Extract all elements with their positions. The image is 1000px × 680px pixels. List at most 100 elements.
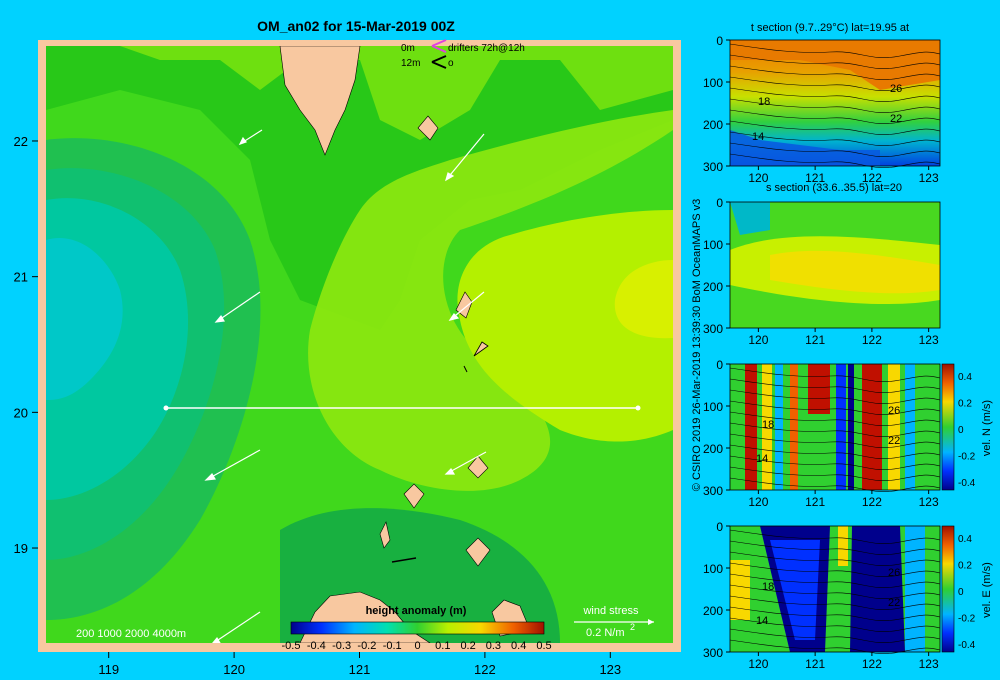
section-ytick-label: 300 bbox=[703, 484, 723, 498]
vel-colorbar-tick-label: 0.2 bbox=[958, 561, 972, 572]
n-contour-label-26: 26 bbox=[888, 405, 900, 417]
map-panel: 119 120 121 122 123 19202122 bbox=[14, 40, 681, 677]
map-xtick-label: 119 bbox=[98, 662, 119, 677]
wind-stress-value: 0.2 N/m bbox=[586, 627, 625, 639]
ssh-colorbar-tick-label: -0.3 bbox=[332, 640, 351, 652]
section-ytick-label: 100 bbox=[703, 400, 723, 414]
map-xtick-label: 123 bbox=[599, 662, 621, 677]
t-contour-label-14: 14 bbox=[752, 131, 764, 143]
section-ytick-label: 300 bbox=[703, 646, 723, 660]
legend-depth-12m: 12m bbox=[401, 58, 420, 69]
vel-colorbar-tick-label: 0 bbox=[958, 587, 964, 598]
figure: 119 120 121 122 123 19202122 OM_an02 for 15-… bbox=[14, 18, 993, 677]
map-xtick-label: 121 bbox=[349, 662, 371, 677]
t-contour-label-26: 26 bbox=[890, 83, 902, 95]
section-ytick-label: 0 bbox=[716, 520, 723, 534]
legend-drifters-label: drifters 72h@12h bbox=[448, 43, 525, 54]
section-xtick-label: 121 bbox=[805, 495, 825, 509]
vel-n-panel: 26 22 18 14 vel. N (m/s) bbox=[729, 363, 993, 492]
vel-e-colorbar-label: vel. E (m/s) bbox=[981, 562, 993, 618]
ssh-colorbar-tick-label: 0.3 bbox=[486, 640, 501, 652]
ssh-colorbar-tick-label: 0.5 bbox=[536, 640, 551, 652]
section-xtick-label: 122 bbox=[862, 495, 882, 509]
vel-colorbar-tick-label: -0.4 bbox=[958, 478, 976, 489]
figure-title: OM_an02 for 15-Mar-2019 00Z bbox=[257, 18, 455, 34]
ssh-colorbar-tick-label: 0.1 bbox=[435, 640, 450, 652]
t-section-title: t section (9.7..29°C) lat=19.95 at bbox=[751, 22, 909, 34]
section-xtick-label: 121 bbox=[805, 657, 825, 671]
legend-depth-0m: 0m bbox=[401, 43, 415, 54]
vel-colorbar-tick-label: 0.4 bbox=[958, 372, 972, 383]
section-xtick-label: 120 bbox=[748, 171, 768, 185]
section-ytick-label: 200 bbox=[703, 442, 723, 456]
ssh-colorbar-tick-label: 0.2 bbox=[460, 640, 475, 652]
depth-scale-label: 200 1000 2000 4000m bbox=[76, 628, 186, 640]
map-field bbox=[46, 46, 673, 643]
vel-n-colorbar-label: vel. N (m/s) bbox=[981, 400, 993, 456]
vel-colorbar-tick-label: -0.2 bbox=[958, 614, 976, 625]
map-ytick-label: 20 bbox=[14, 405, 28, 420]
section-xtick-label: 122 bbox=[862, 333, 882, 347]
e-contour-label-14: 14 bbox=[756, 615, 768, 627]
section-ytick-label: 100 bbox=[703, 238, 723, 252]
vel-colorbar-tick-label: 0.2 bbox=[958, 399, 972, 410]
section-ytick-label: 100 bbox=[703, 562, 723, 576]
e-contour-label-22: 22 bbox=[888, 597, 900, 609]
t-section-panel: t section (9.7..29°C) lat=19.95 at 26 22… bbox=[729, 22, 941, 168]
wind-stress-exp: 2 bbox=[630, 622, 635, 632]
map-x-ticks: 119 120 121 122 123 bbox=[98, 652, 621, 677]
section-ytick-label: 300 bbox=[703, 160, 723, 174]
ssh-colorbar-title: height anomaly (m) bbox=[366, 605, 467, 617]
s-section-panel: s section (33.6..35.5) lat=20 bbox=[729, 182, 941, 329]
vel-colorbar-tick-label: 0.4 bbox=[958, 534, 972, 545]
t-contour-label-18: 18 bbox=[758, 96, 770, 108]
n-contour-label-18: 18 bbox=[762, 419, 774, 431]
map-xtick-label: 120 bbox=[223, 662, 245, 677]
section-xtick-label: 120 bbox=[748, 495, 768, 509]
legend-12m-marker: o bbox=[448, 58, 454, 69]
ssh-colorbar-ticks: -0.5 -0.4 -0.3 -0.2 -0.1 0 0.1 0.2 0.3 0.4 0.5 bbox=[282, 640, 552, 652]
section-xtick-label: 123 bbox=[919, 495, 939, 509]
credit-text: © CSIRO 2019 26-Mar-2019 13:39:30 BoM Oc… bbox=[691, 199, 703, 491]
section-ytick-label: 200 bbox=[703, 604, 723, 618]
ssh-colorbar-tick-label: -0.2 bbox=[357, 640, 376, 652]
section-xtick-label: 123 bbox=[919, 657, 939, 671]
e-contour-label-18: 18 bbox=[762, 581, 774, 593]
section-ytick-label: 0 bbox=[716, 34, 723, 48]
t-contour-label-22: 22 bbox=[890, 113, 902, 125]
section-xtick-label: 122 bbox=[862, 171, 882, 185]
section-xtick-label: 122 bbox=[862, 657, 882, 671]
section-xtick-label: 123 bbox=[919, 171, 939, 185]
section-ytick-label: 0 bbox=[716, 358, 723, 372]
vel-colorbar-tick-label: -0.4 bbox=[958, 640, 976, 651]
map-y-ticks: 19 20 21 22 bbox=[14, 134, 38, 556]
n-contour-label-22: 22 bbox=[888, 435, 900, 447]
e-contour-label-26: 26 bbox=[888, 567, 900, 579]
section-ytick-label: 0 bbox=[716, 196, 723, 210]
vel-colorbar-tick-label: 0 bbox=[958, 425, 964, 436]
map-ytick-label: 21 bbox=[14, 270, 28, 285]
section-xtick-label: 123 bbox=[919, 333, 939, 347]
section-xtick-label: 121 bbox=[805, 171, 825, 185]
map-ytick-label: 19 bbox=[14, 541, 28, 556]
vel-e-colorbar bbox=[941, 525, 955, 653]
ssh-colorbar-tick-label: -0.5 bbox=[282, 640, 301, 652]
section-xtick-label: 120 bbox=[748, 657, 768, 671]
ssh-colorbar-tick-label: -0.4 bbox=[307, 640, 326, 652]
section-xtick-label: 120 bbox=[748, 333, 768, 347]
section-ytick-label: 200 bbox=[703, 280, 723, 294]
ssh-colorbar-tick-label: -0.1 bbox=[383, 640, 402, 652]
section-ytick-label: 200 bbox=[703, 118, 723, 132]
section-xtick-label: 121 bbox=[805, 333, 825, 347]
ssh-colorbar-tick-label: 0.4 bbox=[511, 640, 526, 652]
ssh-colorbar-tick-label: 0 bbox=[414, 640, 420, 652]
n-contour-label-14: 14 bbox=[756, 453, 768, 465]
vel-e-panel: 26 22 18 14 vel. E (m/s) bbox=[729, 525, 993, 654]
wind-stress-title: wind stress bbox=[582, 605, 639, 617]
section-ytick-label: 100 bbox=[703, 76, 723, 90]
vel-n-colorbar bbox=[941, 363, 955, 491]
section-ytick-label: 300 bbox=[703, 322, 723, 336]
map-xtick-label: 122 bbox=[474, 662, 496, 677]
map-ytick-label: 22 bbox=[14, 134, 28, 149]
vel-colorbar-tick-label: -0.2 bbox=[958, 452, 976, 463]
